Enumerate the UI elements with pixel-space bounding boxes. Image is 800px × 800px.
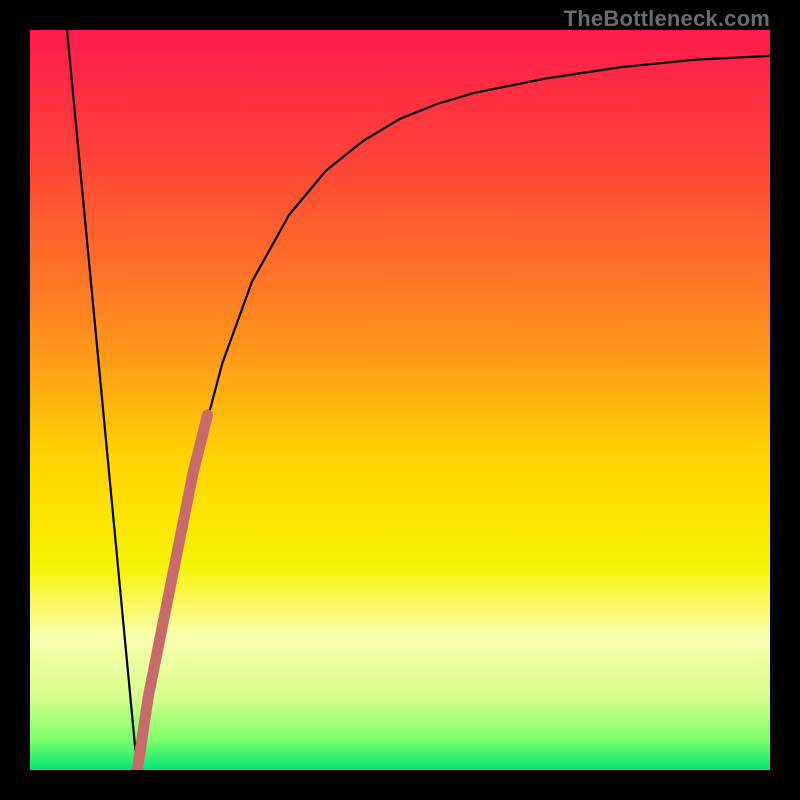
watermark-text: TheBottleneck.com (564, 6, 770, 32)
chart-frame: TheBottleneck.com (0, 0, 800, 800)
plot-area (30, 30, 770, 770)
highlight-segment (137, 415, 207, 770)
bottleneck-curve (67, 30, 770, 770)
chart-overlay (30, 30, 770, 770)
